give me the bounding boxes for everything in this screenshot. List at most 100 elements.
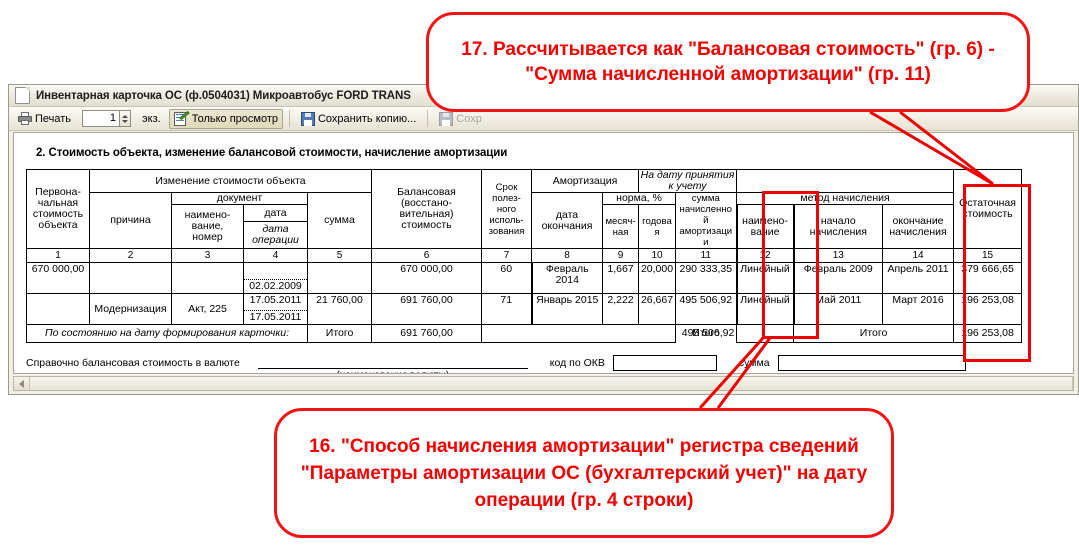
colnum-15: 15 (953, 248, 1023, 263)
cell-doc-date: 17.05.2011 17.05.2011 (243, 293, 308, 325)
totals-label-1: Итого (307, 324, 373, 343)
th-sum: сумма (307, 192, 372, 249)
okv-code-input[interactable] (612, 355, 717, 371)
th-method-name: наимено- вание (735, 204, 795, 249)
inventory-card-form: 2. Стоимость объекта, изменение балансов… (25, 141, 1060, 373)
cell-method-name: Линейный (735, 293, 795, 325)
print-button[interactable]: Печать (13, 109, 76, 129)
cell-doc-date-op: 17.05.2011 (244, 310, 307, 324)
th-doc-date-op: дата операции (243, 221, 308, 249)
view-only-icon (173, 110, 190, 126)
cell-doc-name (171, 262, 244, 294)
currency-sum-input[interactable] (777, 355, 966, 371)
th-residual: Остаточная стоимость (953, 169, 1023, 249)
column-number-row: 1 2 3 4 5 6 7 8 9 10 11 12 13 14 15 (26, 248, 1023, 263)
cell-accrued-sum: 290 333,35 (675, 262, 738, 294)
totals-accrued-sum: 495 506,92 (679, 324, 738, 343)
cell-rate-year: 26,667 (638, 293, 677, 325)
cell-initial-cost: 670 000,00 (26, 262, 90, 294)
th-useful-life: Срок полез- ного исполь- зования (481, 169, 532, 249)
cell-doc-date-top: 17.05.2011 (249, 294, 302, 307)
cell-end-date: Февраль 2014 (530, 262, 603, 294)
colnum-6: 6 (371, 248, 482, 263)
th-method-start: начало начисления (793, 204, 884, 249)
table-row: Модернизация Акт, 225 17.05.2011 17.05.2… (26, 293, 1023, 325)
cell-doc-date: 02.02.2009 (243, 262, 308, 294)
currency-sum-label: сумма (738, 357, 770, 369)
th-doc-date: дата (243, 204, 308, 222)
cell-residual: 196 253,08 (953, 293, 1023, 325)
colnum-10: 10 (638, 248, 677, 263)
scroll-left-button[interactable] (14, 377, 30, 390)
copies-stepper[interactable]: 1 (82, 110, 132, 127)
th-rate-year: годовая (638, 204, 677, 249)
cell-reason: Модернизация (89, 293, 172, 325)
cell-rate-year: 20,000 (638, 262, 677, 294)
copies-input[interactable]: 1 (82, 110, 121, 127)
horizontal-scrollbar[interactable] (13, 376, 1074, 391)
toolbar-separator-2 (427, 110, 429, 127)
cell-sum (307, 262, 372, 294)
cell-reason (89, 262, 172, 294)
cost-table: Первона- чальная стоимость объекта Измен… (26, 169, 1023, 325)
save-copy-label: Сохранить копию... (317, 112, 417, 125)
currency-label: Справочно балансовая стоимость в валюте (26, 357, 240, 369)
th-document: документ (171, 192, 308, 205)
save-label: Сохр (456, 112, 482, 125)
copies-spinner-arrows[interactable] (120, 110, 132, 127)
totals-residual: 196 253,08 (953, 324, 1023, 343)
currency-name-input[interactable] (257, 355, 528, 369)
save-disabled-icon (439, 111, 454, 126)
th-accrued-sum: сумма начисленной амортизации (675, 192, 738, 249)
cell-balance-cost: 670 000,00 (371, 262, 482, 294)
totals-row: По состоянию на дату формирования карточ… (25, 324, 1023, 343)
callout-16: 16. "Способ начисления амортизации" реги… (274, 408, 894, 538)
colnum-11: 11 (675, 248, 738, 263)
spinner-up-icon[interactable] (122, 114, 129, 118)
copies-unit-label: экз. (142, 112, 161, 125)
totals-balance-cost: 691 760,00 (371, 324, 483, 343)
colnum-8: 8 (531, 248, 603, 263)
th-method-group: метод начисления (736, 192, 955, 205)
cell-end-date: Январь 2015 (530, 293, 603, 325)
currency-caption: (наименование валюты) (258, 370, 528, 373)
cell-residual: 379 666,65 (953, 262, 1023, 294)
spinner-down-icon[interactable] (122, 119, 129, 123)
th-depreciation: Амортизация (530, 169, 640, 193)
th-balance-cost: Балансовая (восстано- вительная) стоимос… (371, 169, 482, 249)
cell-initial-cost (26, 293, 90, 325)
cell-doc-name: Акт, 225 (171, 293, 244, 325)
cell-balance-cost: 691 760,00 (371, 293, 482, 325)
cell-method-end: Апрель 2011 (882, 262, 955, 294)
colnum-3: 3 (171, 248, 244, 263)
okv-label: код по ОКВ (549, 357, 605, 369)
view-only-toggle[interactable]: Только просмотр (168, 108, 283, 129)
th-on-date-value[interactable] (736, 169, 955, 193)
cell-method-name: Линейный (735, 262, 795, 294)
th-rate-group: норма, % (601, 192, 677, 205)
cell-accrued-sum: 495 506,92 (675, 293, 738, 325)
colnum-4: 4 (243, 248, 308, 263)
save-copy-button[interactable]: Сохранить копию... (296, 109, 421, 129)
th-on-date: На дату принятия к учету (638, 169, 738, 193)
cell-doc-date-op: 02.02.2009 (244, 279, 307, 293)
cell-rate-month: 1,667 (601, 262, 640, 294)
th-method-end: окончание начисления (882, 204, 955, 249)
table-row: 670 000,00 02.02.2009 670 000,00 60 Февр… (26, 262, 1023, 294)
totals-label-3: Итого (793, 324, 955, 343)
cell-rate-month: 2,222 (601, 293, 640, 325)
view-only-label: Только просмотр (191, 112, 278, 125)
colnum-7: 7 (481, 248, 532, 263)
window-title: Инвентарная карточка ОС (ф.0504031) Микр… (36, 89, 411, 102)
callout-17: 17. Рассчитывается как "Балансовая стоим… (426, 12, 1030, 112)
scrollbar-thumb[interactable] (30, 377, 1073, 390)
section-title: 2. Стоимость объекта, изменение балансов… (36, 147, 508, 159)
totals-table: По состоянию на дату формирования карточ… (25, 324, 1023, 343)
th-rate-month: месяч- ная (601, 204, 640, 249)
cell-sum: 21 760,00 (307, 293, 372, 325)
th-doc-name: наимено- вание, номер (171, 204, 244, 249)
colnum-14: 14 (882, 248, 955, 263)
totals-as-of-label: По состоянию на дату формирования карточ… (25, 324, 309, 343)
colnum-2: 2 (89, 248, 172, 263)
cell-useful-life: 71 (481, 293, 532, 325)
